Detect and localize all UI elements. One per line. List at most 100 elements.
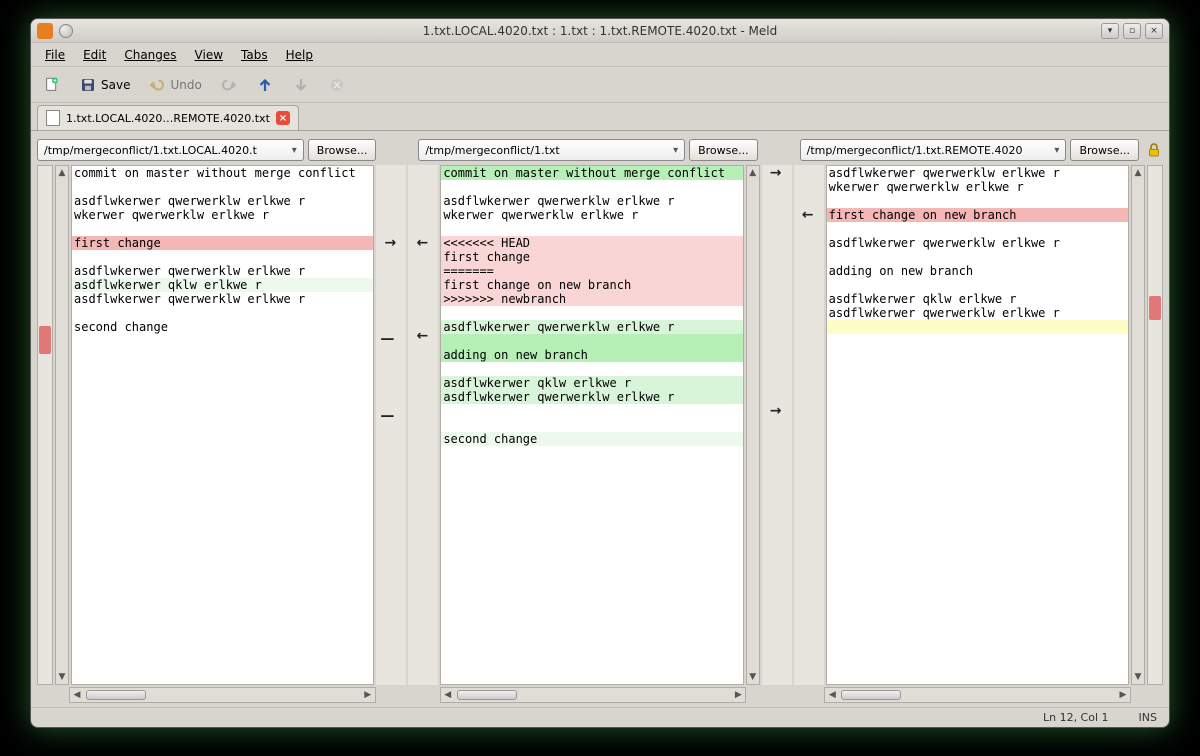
text-pane-left[interactable]: commit on master without merge conflict a… — [71, 165, 374, 685]
scrollbar-v-right[interactable]: ▲ ▼ — [1131, 165, 1145, 685]
code-line[interactable]: asdflwkerwer qwerwerklw erlkwe r — [441, 320, 742, 334]
scroll-down-icon[interactable]: ▼ — [1132, 670, 1144, 684]
scroll-up-icon[interactable]: ▲ — [1132, 166, 1144, 180]
code-line[interactable]: asdflwkerwer qklw erlkwe r — [827, 292, 1128, 306]
scroll-right-icon[interactable]: ▶ — [731, 690, 745, 700]
code-line[interactable]: ======= — [441, 264, 742, 278]
push-right-icon[interactable]: → — [767, 167, 785, 181]
scrollbar-v-mid[interactable]: ▲ ▼ — [746, 165, 760, 685]
scrollbar-v-left[interactable]: ▲ ▼ — [55, 165, 69, 685]
code-line[interactable] — [72, 180, 373, 194]
scroll-thumb[interactable] — [86, 690, 146, 700]
push-left-icon[interactable]: ← — [413, 330, 431, 344]
tab-active[interactable]: 1.txt.LOCAL.4020…REMOTE.4020.txt × — [37, 105, 299, 130]
path-select-mid[interactable]: /tmp/mergeconflict/1.txt — [418, 139, 685, 161]
scroll-left-icon[interactable]: ◀ — [825, 690, 839, 700]
code-line[interactable]: asdflwkerwer qwerwerklw erlkwe r — [72, 264, 373, 278]
code-line[interactable]: asdflwkerwer qwerwerklw erlkwe r — [441, 194, 742, 208]
scrollbar-h-left[interactable]: ◀▶ — [69, 687, 376, 703]
code-line[interactable] — [441, 418, 742, 432]
text-pane-right[interactable]: asdflwkerwer qwerwerklw erlkwe rwkerwer … — [826, 165, 1129, 685]
code-line[interactable]: wkerwer qwerwerklw erlkwe r — [827, 180, 1128, 194]
code-line[interactable] — [72, 250, 373, 264]
code-line[interactable]: asdflwkerwer qwerwerklw erlkwe r — [827, 166, 1128, 180]
scroll-up-icon[interactable]: ▲ — [56, 166, 68, 180]
code-line[interactable] — [827, 222, 1128, 236]
scroll-right-icon[interactable]: ▶ — [361, 690, 375, 700]
push-right-icon[interactable]: → — [767, 405, 785, 419]
maximize-button[interactable]: ▫ — [1123, 23, 1141, 39]
menu-tabs[interactable]: Tabs — [233, 45, 276, 65]
code-line[interactable]: <<<<<<< HEAD — [441, 236, 742, 250]
code-line[interactable]: adding on new branch — [827, 264, 1128, 278]
code-line[interactable]: first change — [441, 250, 742, 264]
code-line[interactable] — [72, 222, 373, 236]
close-window-button[interactable]: × — [1145, 23, 1163, 39]
scroll-right-icon[interactable]: ▶ — [1116, 690, 1130, 700]
minimize-button[interactable]: ▾ — [1101, 23, 1119, 39]
code-line[interactable]: asdflwkerwer qwerwerklw erlkwe r — [827, 236, 1128, 250]
code-line[interactable]: asdflwkerwer qklw erlkwe r — [441, 376, 742, 390]
code-line[interactable] — [441, 180, 742, 194]
scroll-down-icon[interactable]: ▼ — [56, 670, 68, 684]
code-line[interactable] — [827, 320, 1128, 334]
scrollbar-h-mid[interactable]: ◀▶ — [440, 687, 747, 703]
code-line[interactable] — [441, 222, 742, 236]
browse-button-mid[interactable]: Browse... — [689, 139, 758, 161]
scrollbar-h-right[interactable]: ◀▶ — [824, 687, 1131, 703]
stop-button[interactable] — [322, 72, 352, 98]
code-line[interactable]: first change on new branch — [827, 208, 1128, 222]
push-right-icon[interactable]: → — [381, 237, 399, 251]
scroll-thumb[interactable] — [457, 690, 517, 700]
code-line[interactable] — [827, 194, 1128, 208]
code-line[interactable] — [441, 306, 742, 320]
code-line[interactable]: second change — [441, 432, 742, 446]
menu-changes[interactable]: Changes — [116, 45, 184, 65]
code-line[interactable]: asdflwkerwer qklw erlkwe r — [72, 278, 373, 292]
scroll-down-icon[interactable]: ▼ — [747, 670, 759, 684]
code-line[interactable]: commit on master without merge conflict — [441, 166, 742, 180]
code-line[interactable]: commit on master without merge conflict — [72, 166, 373, 180]
code-line[interactable] — [441, 334, 742, 348]
overview-right[interactable] — [1147, 165, 1163, 685]
code-line[interactable]: asdflwkerwer qwerwerklw erlkwe r — [441, 390, 742, 404]
code-line[interactable] — [441, 404, 742, 418]
path-select-left[interactable]: /tmp/mergeconflict/1.txt.LOCAL.4020.t — [37, 139, 304, 161]
menu-file[interactable]: File — [37, 45, 73, 65]
down-diff-button[interactable] — [286, 72, 316, 98]
code-line[interactable]: asdflwkerwer qwerwerklw erlkwe r — [827, 306, 1128, 320]
tab-close-icon[interactable]: × — [276, 111, 290, 125]
new-button[interactable] — [37, 72, 67, 98]
overview-left[interactable] — [37, 165, 53, 685]
scroll-up-icon[interactable]: ▲ — [747, 166, 759, 180]
browse-button-right[interactable]: Browse... — [1070, 139, 1139, 161]
undo-button[interactable]: Undo — [142, 72, 207, 98]
scroll-thumb[interactable] — [841, 690, 901, 700]
delete-chunk-icon[interactable]: — — [378, 333, 396, 347]
code-line[interactable]: first change on new branch — [441, 278, 742, 292]
code-line[interactable]: second change — [72, 320, 373, 334]
code-line[interactable]: wkerwer qwerwerklw erlkwe r — [72, 208, 373, 222]
code-line[interactable] — [827, 278, 1128, 292]
code-line[interactable]: asdflwkerwer qwerwerklw erlkwe r — [72, 292, 373, 306]
path-select-right[interactable]: /tmp/mergeconflict/1.txt.REMOTE.4020 — [800, 139, 1067, 161]
menu-help[interactable]: Help — [278, 45, 321, 65]
code-line[interactable]: first change — [72, 236, 373, 250]
menu-edit[interactable]: Edit — [75, 45, 114, 65]
code-line[interactable]: >>>>>>> newbranch — [441, 292, 742, 306]
code-line[interactable]: adding on new branch — [441, 348, 742, 362]
code-line[interactable] — [441, 362, 742, 376]
redo-button[interactable] — [214, 72, 244, 98]
scroll-left-icon[interactable]: ◀ — [441, 690, 455, 700]
lock-icon[interactable] — [1145, 141, 1163, 159]
code-line[interactable]: asdflwkerwer qwerwerklw erlkwe r — [72, 194, 373, 208]
window-menu-button[interactable] — [59, 24, 73, 38]
up-diff-button[interactable] — [250, 72, 280, 98]
save-button[interactable]: Save — [73, 72, 136, 98]
menu-view[interactable]: View — [187, 45, 231, 65]
push-left-icon[interactable]: ← — [799, 209, 817, 223]
push-left-icon[interactable]: ← — [413, 237, 431, 251]
text-pane-mid[interactable]: commit on master without merge conflict a… — [440, 165, 743, 685]
code-line[interactable]: wkerwer qwerwerklw erlkwe r — [441, 208, 742, 222]
browse-button-left[interactable]: Browse... — [308, 139, 377, 161]
